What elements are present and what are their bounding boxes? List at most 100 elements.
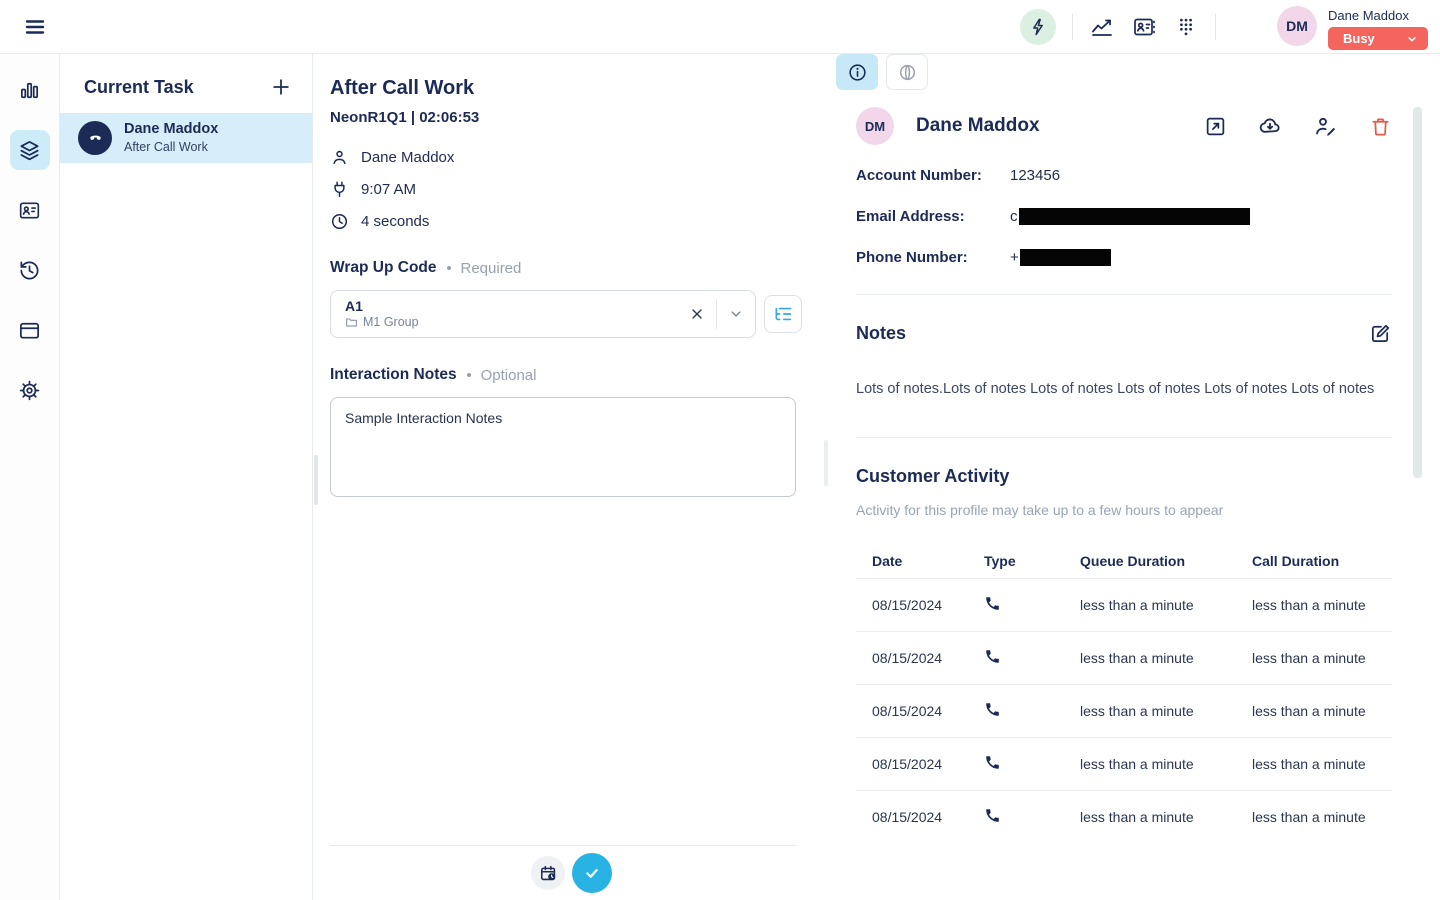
performance-button[interactable]	[1089, 14, 1115, 40]
notes-section-header: Notes	[856, 321, 1392, 345]
cell-date: 08/15/2024	[872, 597, 984, 613]
cell-type	[984, 754, 1080, 774]
user-name: Dane Maddox	[1328, 8, 1428, 23]
topbar-icon-cluster	[1020, 0, 1216, 54]
sidebar-item-settings[interactable]	[10, 370, 50, 410]
task-item-name: Dane Maddox	[124, 121, 218, 138]
meta-duration-value: 4 seconds	[361, 213, 429, 230]
field-value: 123456	[1010, 167, 1060, 184]
expand-wrap-up-button[interactable]	[717, 291, 755, 337]
dialpad-icon	[1175, 16, 1197, 38]
open-in-new-icon	[1204, 115, 1227, 138]
phone-icon	[984, 701, 1001, 718]
clear-wrap-up-button[interactable]	[678, 291, 716, 337]
edit-square-icon	[1369, 322, 1392, 345]
table-row[interactable]: 08/15/2024 less than a minute less than …	[856, 578, 1392, 631]
person-icon	[330, 148, 349, 167]
brain-icon	[897, 62, 918, 83]
phone-icon	[86, 129, 105, 148]
sidebar-item-analytics[interactable]	[10, 70, 50, 110]
tab-info[interactable]	[836, 54, 878, 90]
redaction-bar	[1019, 208, 1250, 225]
profile-fields: Account Number: 123456 Email Address: c …	[856, 167, 1392, 266]
cloud-download-button[interactable]	[1258, 114, 1282, 138]
person-edit-icon	[1313, 114, 1337, 138]
footer-divider	[330, 845, 796, 846]
plus-icon[interactable]	[270, 76, 292, 98]
table-row[interactable]: 08/15/2024 less than a minute less than …	[856, 631, 1392, 684]
edit-notes-button[interactable]	[1368, 321, 1392, 345]
cell-queue-duration: less than a minute	[1080, 597, 1252, 613]
activity-table-body: 08/15/2024 less than a minute less than …	[856, 578, 1392, 843]
current-task-title: Current Task	[84, 77, 194, 98]
profile-panel: DM Dane Maddox	[830, 54, 1440, 900]
customer-activity-subtitle: Activity for this profile may take up to…	[856, 502, 1392, 518]
wrap-up-code-select[interactable]: A1 M1 Group	[330, 290, 756, 338]
interaction-notes-input[interactable]	[330, 397, 796, 497]
workspace-scrollbar[interactable]	[314, 455, 318, 505]
dialpad-button[interactable]	[1173, 14, 1199, 40]
customer-activity-title: Customer Activity	[856, 466, 1392, 487]
interaction-notes-label-row: Interaction Notes Optional	[330, 366, 810, 384]
list-tree-icon	[773, 304, 793, 324]
cell-date: 08/15/2024	[872, 650, 984, 666]
table-row[interactable]: 08/15/2024 less than a minute less than …	[856, 684, 1392, 737]
avatar: DM	[856, 107, 894, 145]
sidebar-item-history[interactable]	[10, 250, 50, 290]
sidebar-item-contacts[interactable]	[10, 190, 50, 230]
status-dropdown[interactable]: Busy	[1328, 27, 1428, 50]
task-list-item[interactable]: Dane Maddox After Call Work	[60, 113, 312, 163]
section-divider	[856, 437, 1392, 438]
quick-actions-button[interactable]	[1020, 9, 1056, 45]
profile-name: Dane Maddox	[916, 115, 1040, 137]
user-cluster: DM Dane Maddox Busy	[1277, 6, 1428, 50]
cell-type	[984, 648, 1080, 668]
cell-type	[984, 595, 1080, 615]
wrap-up-selected[interactable]: A1 M1 Group	[331, 291, 678, 337]
directory-button[interactable]	[1131, 14, 1157, 40]
sidebar-item-interactions[interactable]	[10, 130, 50, 170]
page-title: After Call Work	[330, 77, 810, 100]
plug-icon	[330, 180, 349, 199]
open-in-new-button[interactable]	[1203, 114, 1227, 138]
wrap-up-tree-button[interactable]	[764, 295, 802, 333]
hamburger-menu-button[interactable]	[18, 10, 52, 44]
layers-icon	[18, 139, 41, 162]
cell-date: 08/15/2024	[872, 703, 984, 719]
app-window: DM Dane Maddox Busy	[0, 0, 1440, 900]
avatar[interactable]: DM	[1277, 6, 1317, 46]
complete-button[interactable]	[572, 853, 612, 893]
calendar-clock-icon	[539, 864, 558, 883]
history-icon	[18, 259, 41, 282]
wrap-up-code-value: A1	[345, 298, 678, 314]
delete-button[interactable]	[1368, 114, 1392, 138]
table-row[interactable]: 08/15/2024 less than a minute less than …	[856, 790, 1392, 843]
field-value: c	[1010, 208, 1250, 225]
cell-queue-duration: less than a minute	[1080, 703, 1252, 719]
sidebar-item-apps[interactable]	[10, 310, 50, 350]
meta-connect-time: 9:07 AM	[330, 180, 810, 199]
clock-icon	[330, 212, 349, 231]
interaction-notes-label: Interaction Notes	[330, 366, 457, 384]
phone-icon	[984, 595, 1001, 612]
column-queue-duration: Queue Duration	[1080, 553, 1252, 569]
schedule-callback-button[interactable]	[531, 856, 565, 890]
check-icon	[582, 863, 602, 883]
cell-call-duration: less than a minute	[1252, 703, 1392, 719]
table-row[interactable]: 08/15/2024 less than a minute less than …	[856, 737, 1392, 790]
info-icon	[847, 62, 868, 83]
profile-scrollbar[interactable]	[1413, 107, 1422, 478]
activity-table: Date Type Queue Duration Call Duration 0…	[856, 544, 1392, 843]
meta-duration: 4 seconds	[330, 212, 810, 231]
profile-header: DM Dane Maddox	[856, 107, 1392, 145]
contact-card-icon	[1132, 15, 1156, 39]
cell-queue-duration: less than a minute	[1080, 809, 1252, 825]
middle-scrollbar[interactable]	[824, 440, 828, 486]
chevron-down-icon	[1405, 32, 1419, 46]
task-item-status: After Call Work	[124, 139, 218, 155]
edit-profile-button[interactable]	[1313, 114, 1337, 138]
tab-insights[interactable]	[886, 54, 928, 90]
field-email: Email Address: c	[856, 208, 1392, 225]
redaction-bar	[1020, 249, 1111, 266]
column-call-duration: Call Duration	[1252, 553, 1392, 569]
